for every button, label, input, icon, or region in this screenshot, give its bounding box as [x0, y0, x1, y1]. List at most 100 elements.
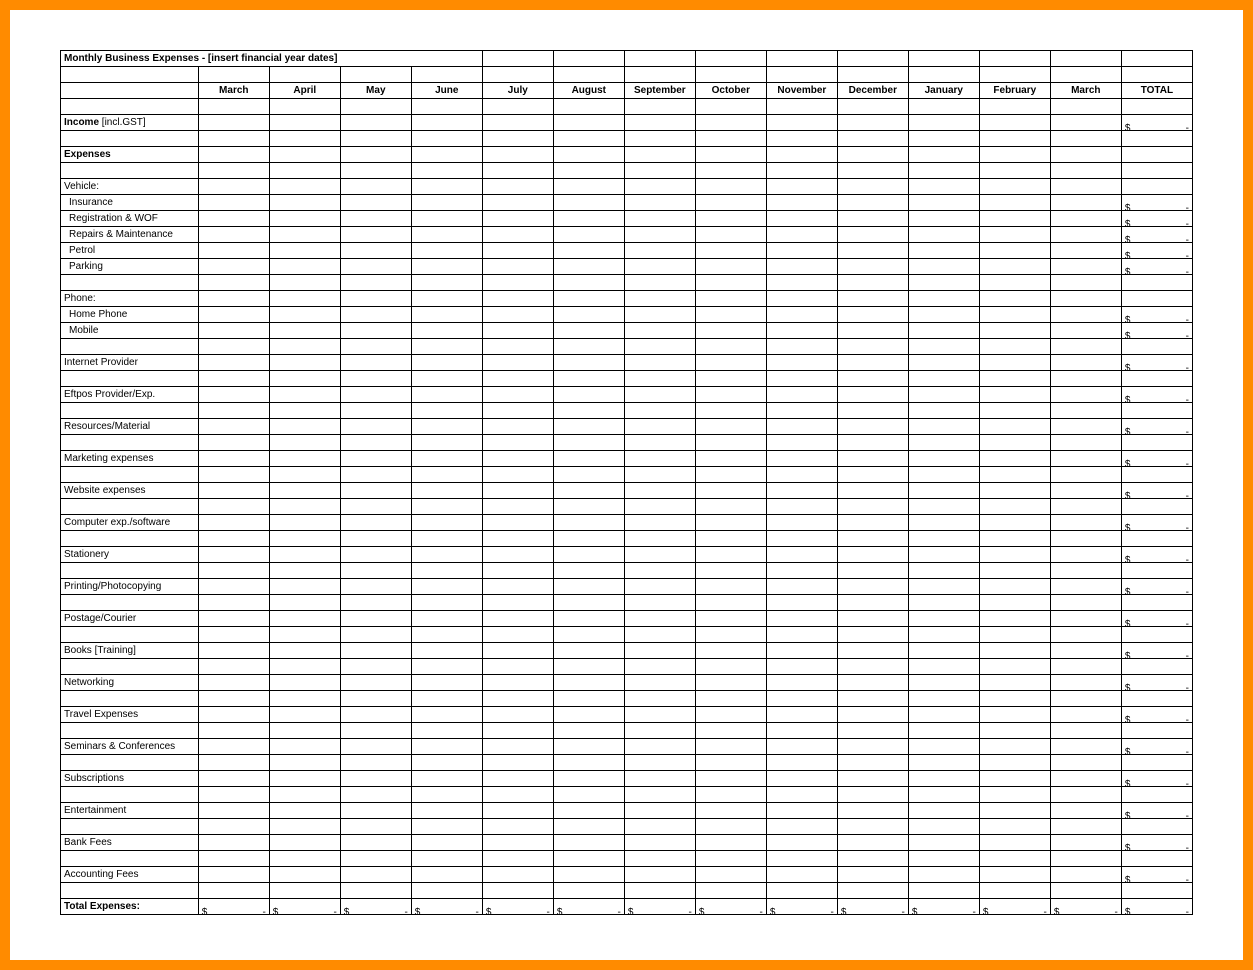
- cell[interactable]: [979, 883, 1050, 899]
- cell[interactable]: [908, 131, 979, 147]
- cell[interactable]: [766, 499, 837, 515]
- cell[interactable]: [908, 819, 979, 835]
- expense-cell[interactable]: [482, 259, 553, 275]
- expense-cell[interactable]: [908, 451, 979, 467]
- cell[interactable]: [482, 691, 553, 707]
- expense-cell[interactable]: [340, 195, 411, 211]
- cell[interactable]: [553, 403, 624, 419]
- cell[interactable]: [340, 131, 411, 147]
- expense-cell[interactable]: [198, 803, 269, 819]
- cell[interactable]: [695, 531, 766, 547]
- expense-cell[interactable]: [1050, 307, 1121, 323]
- cell[interactable]: [624, 755, 695, 771]
- expense-cell[interactable]: [624, 739, 695, 755]
- expense-cell[interactable]: [482, 835, 553, 851]
- expense-cell[interactable]: [837, 707, 908, 723]
- expense-cell[interactable]: [553, 355, 624, 371]
- expense-cell[interactable]: [908, 547, 979, 563]
- cell[interactable]: [553, 147, 624, 163]
- expense-cell[interactable]: [979, 611, 1050, 627]
- cell[interactable]: [61, 627, 199, 643]
- expense-cell[interactable]: [411, 707, 482, 723]
- cell[interactable]: [340, 595, 411, 611]
- cell[interactable]: [695, 627, 766, 643]
- income-cell[interactable]: [1050, 115, 1121, 131]
- cell[interactable]: [766, 563, 837, 579]
- cell[interactable]: [340, 563, 411, 579]
- cell[interactable]: [1050, 851, 1121, 867]
- cell[interactable]: [979, 819, 1050, 835]
- cell[interactable]: [61, 403, 199, 419]
- cell[interactable]: [198, 723, 269, 739]
- cell[interactable]: [979, 99, 1050, 115]
- cell[interactable]: [908, 67, 979, 83]
- expense-cell[interactable]: [198, 259, 269, 275]
- expense-cell[interactable]: [766, 579, 837, 595]
- expense-cell[interactable]: [553, 803, 624, 819]
- cell[interactable]: [837, 723, 908, 739]
- cell[interactable]: [198, 595, 269, 611]
- cell[interactable]: [482, 883, 553, 899]
- expense-cell[interactable]: [695, 483, 766, 499]
- cell[interactable]: [766, 723, 837, 739]
- expense-cell[interactable]: [482, 195, 553, 211]
- expense-cell[interactable]: [908, 387, 979, 403]
- cell[interactable]: [198, 67, 269, 83]
- cell[interactable]: [908, 499, 979, 515]
- cell[interactable]: [837, 67, 908, 83]
- expense-cell[interactable]: [766, 195, 837, 211]
- cell[interactable]: [340, 291, 411, 307]
- expense-cell[interactable]: [1050, 483, 1121, 499]
- income-cell[interactable]: [766, 115, 837, 131]
- expense-cell[interactable]: [198, 387, 269, 403]
- expense-cell[interactable]: [766, 211, 837, 227]
- cell[interactable]: [837, 659, 908, 675]
- expense-cell[interactable]: [766, 515, 837, 531]
- expense-cell[interactable]: [1050, 611, 1121, 627]
- cell[interactable]: [269, 163, 340, 179]
- expense-cell[interactable]: [837, 211, 908, 227]
- cell[interactable]: [908, 755, 979, 771]
- cell[interactable]: [482, 147, 553, 163]
- expense-cell[interactable]: [766, 739, 837, 755]
- cell[interactable]: [837, 499, 908, 515]
- cell[interactable]: [553, 467, 624, 483]
- expense-cell[interactable]: [411, 515, 482, 531]
- cell[interactable]: [269, 627, 340, 643]
- cell[interactable]: [482, 435, 553, 451]
- cell[interactable]: [908, 659, 979, 675]
- expense-cell[interactable]: [695, 387, 766, 403]
- cell[interactable]: [766, 131, 837, 147]
- cell[interactable]: [411, 659, 482, 675]
- cell[interactable]: [198, 819, 269, 835]
- expense-cell[interactable]: [837, 579, 908, 595]
- cell[interactable]: [624, 371, 695, 387]
- cell[interactable]: [340, 163, 411, 179]
- expense-cell[interactable]: [411, 211, 482, 227]
- cell[interactable]: [766, 627, 837, 643]
- expense-cell[interactable]: [1050, 515, 1121, 531]
- cell[interactable]: [269, 883, 340, 899]
- cell[interactable]: [411, 563, 482, 579]
- cell[interactable]: [766, 147, 837, 163]
- expense-cell[interactable]: [1050, 227, 1121, 243]
- expense-cell[interactable]: [908, 211, 979, 227]
- cell[interactable]: [198, 787, 269, 803]
- cell[interactable]: [553, 851, 624, 867]
- cell[interactable]: [411, 467, 482, 483]
- expense-cell[interactable]: [837, 643, 908, 659]
- cell[interactable]: [766, 339, 837, 355]
- income-cell[interactable]: [340, 115, 411, 131]
- cell[interactable]: [553, 819, 624, 835]
- expense-cell[interactable]: [624, 307, 695, 323]
- income-cell[interactable]: [695, 115, 766, 131]
- cell[interactable]: [624, 691, 695, 707]
- expense-cell[interactable]: [979, 259, 1050, 275]
- cell[interactable]: [766, 163, 837, 179]
- cell[interactable]: [340, 499, 411, 515]
- expense-cell[interactable]: [553, 707, 624, 723]
- expense-cell[interactable]: [766, 707, 837, 723]
- expense-cell[interactable]: [1050, 579, 1121, 595]
- expense-cell[interactable]: [269, 835, 340, 851]
- cell[interactable]: [1121, 275, 1192, 291]
